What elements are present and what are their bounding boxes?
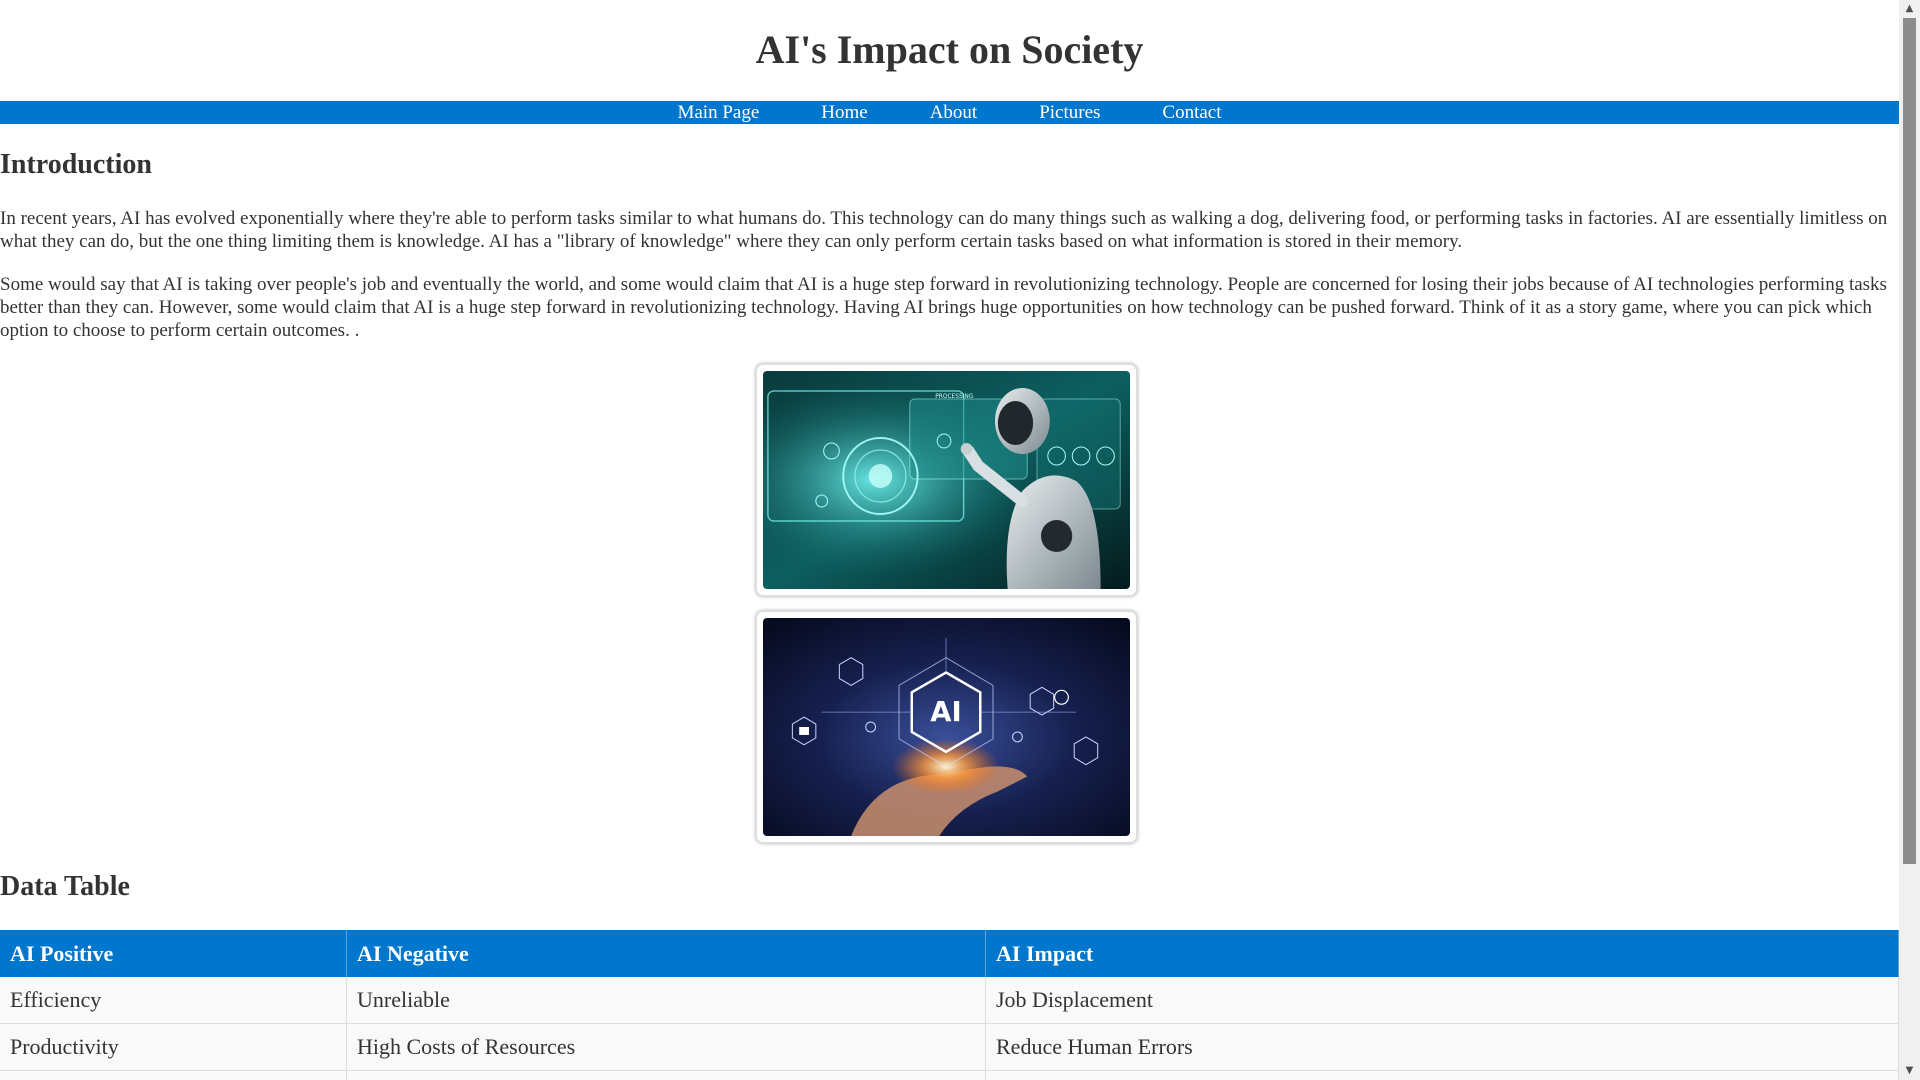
table-cell [985, 1070, 1899, 1080]
intro-paragraph-1: In recent years, AI has evolved exponent… [0, 208, 1888, 252]
robot-touchscreen-image-frame: PROCESSING [755, 363, 1138, 597]
scroll-up-arrow-icon[interactable]: ▲ [1899, 0, 1920, 18]
ai-hexagon-label: AI [930, 695, 961, 728]
table-cell: Unreliable [346, 977, 986, 1024]
page: AI's Impact on Society Main Page Home Ab… [0, 0, 1899, 1080]
table-cell: Reduce Human Errors [985, 1023, 1899, 1071]
nav-item-main-page[interactable]: Main Page [677, 101, 759, 124]
intro-paragraph-2: Some would say that AI is taking over pe… [0, 274, 1887, 341]
nav-bar: Main Page Home About Pictures Contact [0, 101, 1899, 124]
introduction-heading: Introduction [0, 149, 152, 180]
table-cell: Efficiency [0, 977, 347, 1024]
ai-hand-image: AI [763, 618, 1130, 836]
vertical-scrollbar[interactable]: ▲ ▼ [1899, 0, 1920, 1080]
table-cell: High Costs of Resources [346, 1023, 986, 1071]
table-cell: Productivity [0, 1023, 347, 1071]
table-cell [0, 1070, 347, 1080]
nav-item-about[interactable]: About [930, 101, 978, 124]
table-row: Productivity High Costs of Resources Red… [0, 1023, 1899, 1071]
table-row [0, 1070, 1899, 1080]
nav-item-home[interactable]: Home [821, 101, 867, 124]
column-header-ai-impact: AI Impact [985, 930, 1899, 977]
page-title: AI's Impact on Society [755, 27, 1144, 72]
robot-touchscreen-image: PROCESSING [763, 371, 1130, 589]
nav-item-pictures[interactable]: Pictures [1039, 101, 1100, 124]
table-header-row: AI Positive AI Negative AI Impact [0, 930, 1899, 977]
table-row: Efficiency Unreliable Job Displacement [0, 977, 1899, 1024]
data-table: AI Positive AI Negative AI Impact Effici… [0, 930, 1899, 1080]
scrollbar-thumb[interactable] [1903, 18, 1916, 864]
column-header-ai-positive: AI Positive [0, 930, 347, 977]
ai-hand-image-frame: AI [755, 610, 1138, 844]
scroll-down-arrow-icon[interactable]: ▼ [1899, 1062, 1920, 1080]
table-cell [346, 1070, 986, 1080]
data-table-heading: Data Table [0, 871, 130, 902]
processing-label: PROCESSING [935, 393, 973, 400]
table-cell: Job Displacement [985, 977, 1899, 1024]
column-header-ai-negative: AI Negative [346, 930, 986, 977]
nav-item-contact[interactable]: Contact [1162, 101, 1221, 124]
